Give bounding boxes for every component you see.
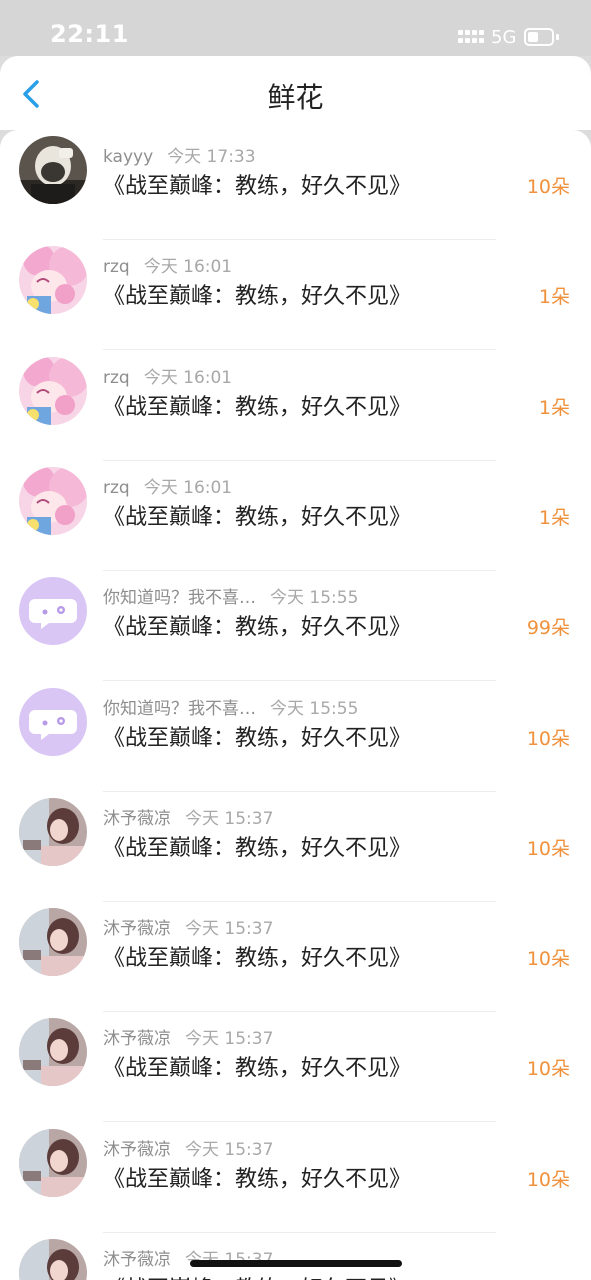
sender-name[interactable]: 沐予薇凉 <box>103 919 171 939</box>
item-meta: 沐予薇凉今天 15:37 <box>103 1135 274 1160</box>
avatar[interactable] <box>19 1128 87 1197</box>
avatar[interactable] <box>19 687 87 756</box>
sender-name[interactable]: rzq <box>103 257 130 277</box>
sender-name[interactable]: 你知道吗？我不喜… <box>103 588 256 608</box>
list-item[interactable]: 沐予薇凉今天 15:37 《战至巅峰：教练，好久不见》 10朵 <box>0 1012 591 1123</box>
sender-name[interactable]: kayyy <box>103 147 153 167</box>
list-item[interactable]: rzq 今天 16:01 《战至巅峰：教练，好久不见》 1朵 <box>0 351 591 461</box>
timestamp: 今天 16:01 <box>143 257 233 278</box>
item-meta: rzq 今天 16:01 <box>103 363 233 388</box>
list-item[interactable]: 沐予薇凉今天 15:37 《战至巅峰：教练，好久不见》 10朵 <box>0 902 591 1013</box>
signal-icon <box>458 30 484 46</box>
status-bar: 22:11 5G <box>0 0 591 56</box>
flower-count: 10朵 <box>526 727 570 750</box>
flower-count: 10朵 <box>526 1168 570 1191</box>
status-time: 22:11 <box>50 20 129 48</box>
list-item[interactable]: rzq 今天 16:01 《战至巅峰：教练，好久不见》 1朵 <box>0 461 591 571</box>
list-item[interactable]: kayyy 今天 17:33 《战至巅峰：教练，好久不见》 10朵 <box>0 130 591 240</box>
timestamp: 今天 17:33 <box>167 147 256 167</box>
book-title: 《战至巅峰：教练，好久不见》 <box>103 1056 412 1082</box>
list-item[interactable]: rzq 今天 16:01 《战至巅峰：教练，好久不见》 1朵 <box>0 240 591 351</box>
flower-count: 10朵 <box>526 176 570 198</box>
flower-count: 1朵 <box>538 396 570 419</box>
list-item[interactable]: 沐予薇凉今天 15:37 《战至巅峰：教练，好久不见》 10朵 <box>0 1123 591 1233</box>
item-meta: 你知道吗？我不喜… 今天 15:55 <box>103 583 359 609</box>
timestamp: 今天 16:01 <box>143 477 233 498</box>
network-label: 5G <box>491 27 517 48</box>
book-title: 《战至巅峰：教练，好久不见》 <box>103 725 412 751</box>
book-title: 《战至巅峰：教练，好久不见》 <box>103 1271 411 1280</box>
page-title: 鲜花 <box>267 81 324 114</box>
flower-record-list[interactable]: kayyy 今天 17:33 《战至巅峰：教练，好久不见》 10朵 rzq 今天 16:0… <box>0 130 591 1280</box>
item-meta: 沐予薇凉今天 15:37 <box>103 1024 274 1050</box>
avatar[interactable] <box>19 466 87 535</box>
nav-header: 鲜花 <box>0 56 591 130</box>
book-title: 《战至巅峰：教练，好久不见》 <box>103 394 412 420</box>
item-meta: rzq 今天 16:01 <box>103 473 233 498</box>
item-meta: 沐予薇凉今天 15:37 <box>103 914 274 940</box>
list-item[interactable]: 沐予薇凉今天 15:37 《战至巅峰：教练，好久不见》 10朵 <box>0 792 591 902</box>
book-title: 《战至巅峰：教练，好久不见》 <box>103 504 412 530</box>
avatar[interactable] <box>19 1239 87 1280</box>
book-title: 《战至巅峰：教练，好久不见》 <box>103 1166 412 1192</box>
item-meta: 沐予薇凉今天 15:37 <box>103 804 274 829</box>
item-meta: 你知道吗？我不喜… 今天 15:55 <box>103 694 359 719</box>
list-item[interactable]: 你知道吗？我不喜… 今天 15:55 《战至巅峰：教练，好久不见》 10朵 <box>0 682 591 792</box>
flower-count: 1朵 <box>538 286 570 309</box>
list-item[interactable]: 你知道吗？我不喜… 今天 15:55 《战至巅峰：教练，好久不见》 99朵 <box>0 571 591 682</box>
list-item[interactable]: 沐予薇凉今天 15:37《战至巅峰：教练，好久不见》10朵 <box>0 1233 591 1280</box>
timestamp: 今天 15:55 <box>270 588 359 609</box>
timestamp: 今天 15:55 <box>270 698 359 719</box>
home-indicator <box>190 1260 402 1267</box>
timestamp: 今天 15:37 <box>185 1029 274 1050</box>
avatar[interactable] <box>19 577 87 646</box>
sender-name[interactable]: 沐予薇凉 <box>103 1140 171 1160</box>
book-title: 《战至巅峰：教练，好久不见》 <box>103 835 412 861</box>
avatar[interactable] <box>19 136 87 204</box>
sender-name[interactable]: rzq <box>103 478 130 498</box>
sender-name[interactable]: 沐予薇凉 <box>103 1029 171 1049</box>
timestamp: 今天 16:01 <box>143 367 233 388</box>
flower-count: 10朵 <box>526 837 570 860</box>
flower-count: 10朵 <box>526 1058 570 1081</box>
timestamp: 今天 15:37 <box>185 808 274 829</box>
avatar[interactable] <box>19 797 87 866</box>
book-title: 《战至巅峰：教练，好久不见》 <box>103 615 412 641</box>
item-meta: rzq 今天 16:01 <box>103 252 233 278</box>
book-title: 《战至巅峰：教练，好久不见》 <box>103 946 412 972</box>
battery-icon <box>524 28 554 46</box>
flower-count: 99朵 <box>526 617 570 640</box>
flower-count: 10朵 <box>527 1275 570 1280</box>
book-title: 《战至巅峰：教练，好久不见》 <box>103 174 412 199</box>
item-meta: kayyy 今天 17:33 <box>103 142 256 167</box>
timestamp: 今天 15:37 <box>185 919 274 940</box>
sender-name[interactable]: 沐予薇凉 <box>103 809 171 829</box>
sender-name[interactable]: 你知道吗？我不喜… <box>103 699 256 719</box>
flower-count: 10朵 <box>526 948 570 971</box>
timestamp: 今天 15:37 <box>185 1139 274 1160</box>
flower-count: 1朵 <box>538 506 570 529</box>
avatar[interactable] <box>19 1018 87 1087</box>
sender-name[interactable]: 沐予薇凉 <box>103 1250 171 1270</box>
sender-name[interactable]: rzq <box>103 368 130 388</box>
avatar[interactable] <box>19 246 87 315</box>
avatar[interactable] <box>19 908 87 977</box>
avatar[interactable] <box>19 356 87 425</box>
book-title: 《战至巅峰：教练，好久不见》 <box>103 284 412 310</box>
battery-tip <box>556 34 559 40</box>
